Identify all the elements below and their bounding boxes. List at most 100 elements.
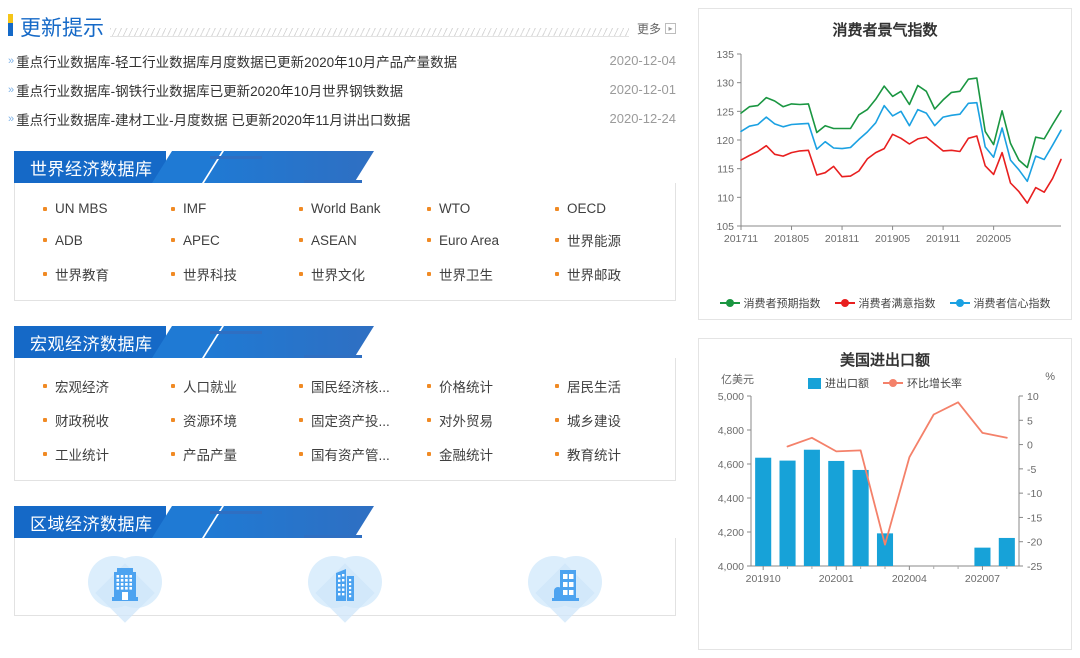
list-item[interactable]: » 重点行业数据库-轻工行业数据库月度数据已更新2020年10月产品产量数据 2… [8,46,676,75]
db-link-imf[interactable]: IMF [153,201,281,216]
more-link[interactable]: 更多 ▸ [637,20,676,37]
update-date: 2020-12-04 [610,53,677,68]
db-link-fixed-asset-investment[interactable]: 固定资产投... [281,410,409,430]
database-link-grid: UN MBS IMF World Bank WTO OECD ADB APEC … [25,201,665,284]
legend-label: 消费者信心指数 [974,295,1051,311]
bullet-icon [427,418,431,422]
db-link-label: World Bank [311,201,381,216]
update-notices-header: 更新提示 更多 ▸ [8,6,676,40]
accent-bar-icon [8,14,13,36]
bullet-icon [171,207,175,211]
section-title: 世界经济数据库 [30,151,153,183]
chevron-right-icon: » [8,55,14,67]
db-link-label: 世界卫生 [439,264,493,284]
legend-marker-icon [950,302,970,304]
bullet-icon [299,418,303,422]
db-link-price-statistics[interactable]: 价格统计 [409,376,537,396]
section-title: 区域经济数据库 [30,506,153,538]
bullet-icon [555,418,559,422]
db-link-asean[interactable]: ASEAN [281,230,409,250]
db-link-label: 固定资产投... [311,410,390,430]
db-link-adb[interactable]: ADB [25,230,153,250]
db-link-world-bank[interactable]: World Bank [281,201,409,216]
db-link-state-asset-management[interactable]: 国有资产管... [281,444,409,464]
db-link-label: 人口就业 [183,376,237,396]
bullet-icon [555,207,559,211]
legend-item-expectation[interactable]: 消费者预期指数 [720,295,821,311]
db-link-label: 工业统计 [55,444,109,464]
svg-text:5,000: 5,000 [718,391,744,403]
db-link-label: 宏观经济 [55,376,109,396]
bullet-icon [555,238,559,242]
db-link-world-education[interactable]: 世界教育 [25,264,153,284]
bullet-icon [299,384,303,388]
db-link-resident-life[interactable]: 居民生活 [537,376,665,396]
section-macro-economy: 宏观经济数据库 宏观经济 人口就业 国民经济核... 价格统计 居民生活 财政税… [14,326,676,481]
db-link-national-accounts[interactable]: 国民经济核... [281,376,409,396]
svg-text:201805: 201805 [774,233,809,245]
svg-text:4,600: 4,600 [718,459,744,471]
db-link-population-employment[interactable]: 人口就业 [153,376,281,396]
db-link-foreign-trade[interactable]: 对外贸易 [409,410,537,430]
db-link-macro-economy[interactable]: 宏观经济 [25,376,153,396]
legend-item-satisfaction[interactable]: 消费者满意指数 [835,295,936,311]
db-link-label: 城乡建设 [567,410,621,430]
chart-plot-area: 4,0004,2004,4004,6004,8005,000-25-20-15-… [699,374,1072,630]
legend-item-confidence[interactable]: 消费者信心指数 [950,295,1051,311]
chart-legend: 消费者预期指数 消费者满意指数 消费者信心指数 [699,295,1071,311]
svg-text:201911: 201911 [926,233,960,245]
legend-item-trade-volume[interactable]: 进出口额 [808,375,869,391]
db-link-world-energy[interactable]: 世界能源 [537,230,665,250]
db-link-oecd[interactable]: OECD [537,201,665,216]
db-link-world-culture[interactable]: 世界文化 [281,264,409,284]
db-link-fiscal-tax[interactable]: 财政税收 [25,410,153,430]
db-link-world-health[interactable]: 世界卫生 [409,264,537,284]
db-link-world-science[interactable]: 世界科技 [153,264,281,284]
section-banner: 区域经济数据库 [14,506,676,538]
db-link-euro-area[interactable]: Euro Area [409,230,537,250]
svg-text:4,200: 4,200 [718,527,744,539]
db-link-education-statistics[interactable]: 教育统计 [537,444,665,464]
svg-text:120: 120 [716,135,734,147]
right-column: 消费者景气指数 10511011512012513013520171120180… [698,8,1072,650]
db-link-product-output[interactable]: 产品产量 [153,444,281,464]
section-body [14,538,676,616]
dashboard-page: 更新提示 更多 ▸ » 重点行业数据库-轻工行业数据库月度数据已更新2020年1… [0,0,1080,658]
legend-marker-icon [883,382,903,384]
db-link-label: IMF [183,201,206,216]
db-link-label: UN MBS [55,201,108,216]
legend-label: 环比增长率 [907,375,962,391]
database-link-grid: 宏观经济 人口就业 国民经济核... 价格统计 居民生活 财政税收 资源环境 固… [25,376,665,464]
region-tile-2[interactable] [235,550,455,622]
list-item[interactable]: » 重点行业数据库-建材工业-月度数据 已更新2020年11月讲出口数据 202… [8,104,676,133]
section-body: 宏观经济 人口就业 国民经济核... 价格统计 居民生活 财政税收 资源环境 固… [14,358,676,481]
section-banner: 宏观经济数据库 [14,326,676,358]
bullet-icon [171,384,175,388]
db-link-financial-statistics[interactable]: 金融统计 [409,444,537,464]
db-link-label: 世界能源 [567,230,621,250]
db-link-industrial-statistics[interactable]: 工业统计 [25,444,153,464]
db-link-resources-environment[interactable]: 资源环境 [153,410,281,430]
bullet-icon [43,418,47,422]
region-tile-3[interactable] [455,550,675,622]
legend-item-growth-rate[interactable]: 环比增长率 [883,375,962,391]
bullet-icon [171,272,175,276]
chevron-right-icon: » [8,113,14,125]
db-link-wto[interactable]: WTO [409,201,537,216]
section-body: UN MBS IMF World Bank WTO OECD ADB APEC … [14,183,676,301]
update-text: 重点行业数据库-轻工行业数据库月度数据已更新2020年10月产品产量数据 [16,51,609,71]
db-link-label: 世界教育 [55,264,109,284]
svg-text:201905: 201905 [875,233,910,245]
svg-text:130: 130 [716,78,734,90]
chart-legend: 进出口额 环比增长率 [699,375,1071,391]
svg-text:4,000: 4,000 [718,561,744,573]
list-item[interactable]: » 重点行业数据库-钢铁行业数据库已更新2020年10月世界钢铁数据 2020-… [8,75,676,104]
bullet-icon [171,452,175,456]
db-link-apec[interactable]: APEC [153,230,281,250]
db-link-label: 教育统计 [567,444,621,464]
db-link-urban-rural-construction[interactable]: 城乡建设 [537,410,665,430]
db-link-label: 国有资产管... [311,444,390,464]
db-link-world-post[interactable]: 世界邮政 [537,264,665,284]
db-link-un-mbs[interactable]: UN MBS [25,201,153,216]
region-tile-1[interactable] [15,550,235,622]
